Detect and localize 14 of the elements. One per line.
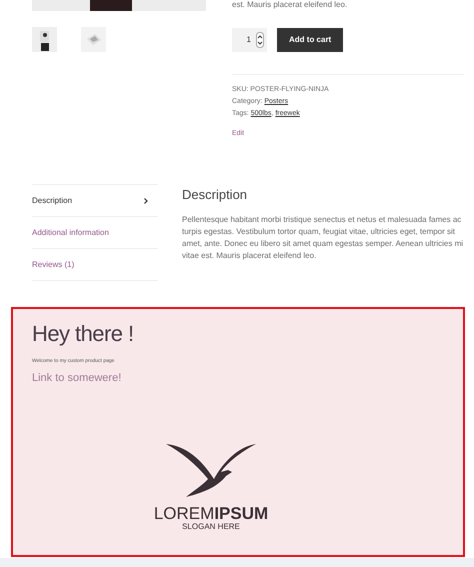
stepper-icon[interactable] — [256, 32, 264, 48]
tab[interactable]: Description — [32, 185, 158, 217]
quantity-field[interactable]: 1 — [232, 28, 267, 52]
logo-wordmark: LOREMIPSUM — [154, 505, 268, 522]
section-heading: Hey there ! — [32, 320, 135, 348]
bird-logo-icon — [166, 444, 256, 499]
panel-heading: Description — [182, 186, 248, 204]
summary-text: est. Mauris placerat eleifend leo. — [232, 0, 348, 10]
add-to-cart-button[interactable]: Add to cart — [277, 28, 344, 52]
description-text: Pellentesque habitant morbi tristique senectus et netus et malesuada fames ac turpis egestas. Vestibulum tortor quam, feugiat vitae, ultricies eget, tempor sit amet, ante. Donec eu libero sit amet quam egestas semper. Aenean ultricies mi vitae est. Mauris placerat eleifend leo. — [182, 214, 464, 262]
chevron-icon — [144, 198, 148, 204]
tab[interactable]: Reviews (1) — [32, 249, 158, 281]
tab[interactable]: Additional information — [32, 217, 158, 249]
logo-slogan: SLOGAN HERE — [182, 522, 240, 531]
